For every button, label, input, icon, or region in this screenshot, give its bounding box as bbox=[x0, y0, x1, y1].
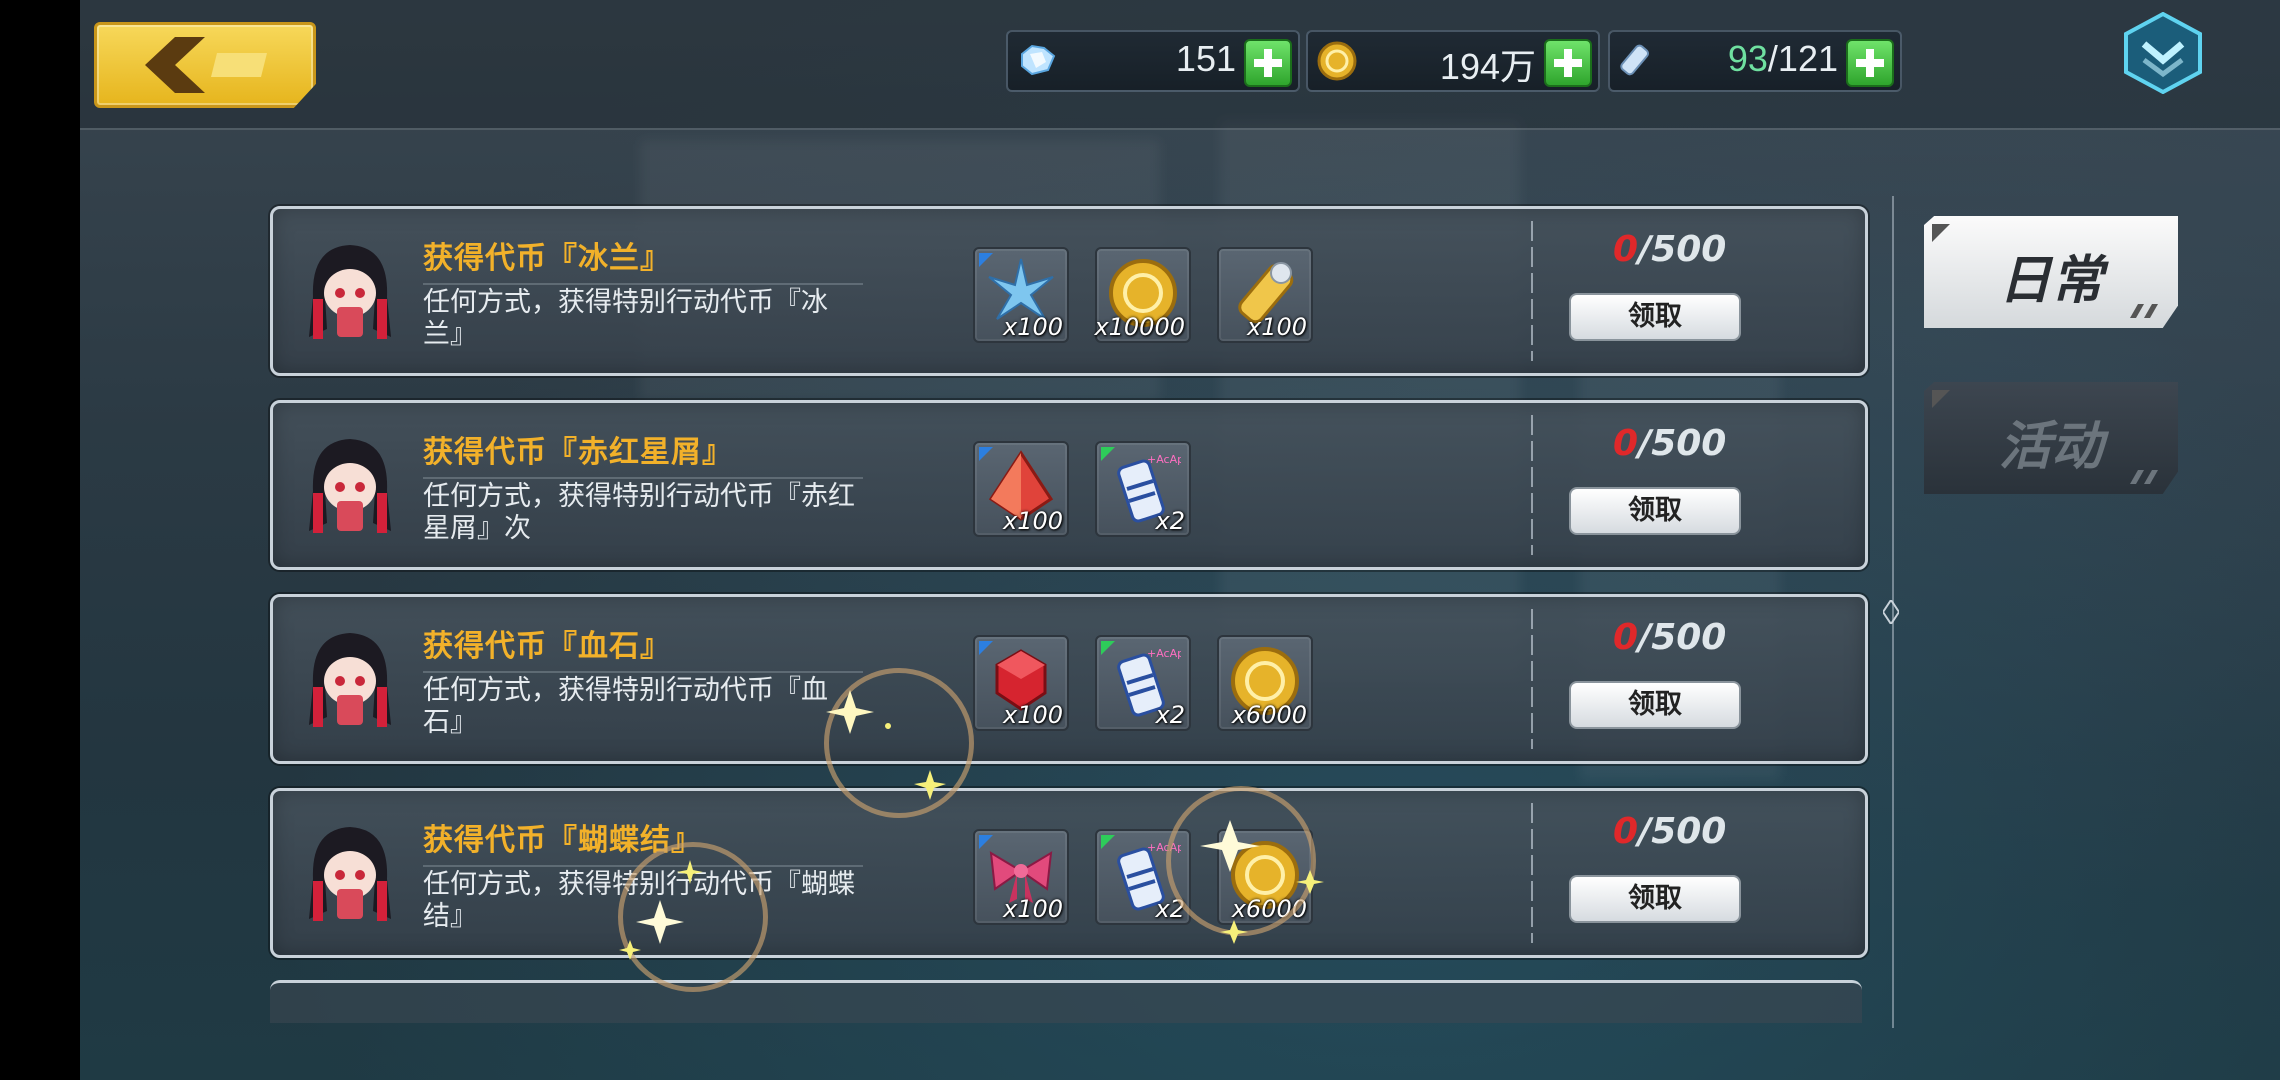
task-description: 任何方式，获得特别行动代币『冰兰』 bbox=[423, 287, 828, 350]
add-stamina-button[interactable] bbox=[1846, 39, 1894, 87]
tab-daily[interactable]: 日常 bbox=[1924, 216, 2178, 328]
tab-marks-icon bbox=[2130, 470, 2158, 484]
chibi-avatar-icon bbox=[309, 633, 391, 727]
tab-marks-icon bbox=[2130, 304, 2158, 318]
crystal-counter: 151 bbox=[1006, 30, 1300, 92]
reward-slot[interactable]: x100 bbox=[973, 829, 1069, 925]
task-title: 获得代币『赤红星屑』 bbox=[423, 435, 733, 470]
reward-quantity: x100 bbox=[1246, 313, 1307, 341]
reward-slot[interactable]: x6000 bbox=[1217, 635, 1313, 731]
crystal-amount: 151 bbox=[1175, 38, 1236, 79]
coin-amount: 194万 bbox=[1439, 46, 1536, 87]
game-screen: 151 194万 93/121 获得代币『冰兰』 任何方式，获得特别行动代币『冰… bbox=[80, 0, 2280, 1080]
reward-slot[interactable]: +AcAp x2 bbox=[1095, 635, 1191, 731]
back-arrow-icon bbox=[145, 37, 267, 93]
task-progress: 0/500 bbox=[1613, 423, 1726, 464]
gold-coin-icon bbox=[1317, 41, 1357, 81]
sparkle-ring bbox=[618, 842, 768, 992]
reward-slot[interactable]: x100 bbox=[973, 441, 1069, 537]
tab-event[interactable]: 活动 bbox=[1924, 382, 2178, 494]
chibi-avatar-icon bbox=[309, 827, 391, 921]
task-title: 获得代币『血石』 bbox=[423, 629, 671, 664]
reward-quantity: x100 bbox=[1002, 895, 1063, 923]
progress-total: /500 bbox=[1638, 423, 1727, 464]
task-progress: 0/500 bbox=[1613, 617, 1726, 658]
coin-counter: 194万 bbox=[1306, 30, 1600, 92]
reward-quantity: x100 bbox=[1002, 313, 1063, 341]
reward-quantity: x100 bbox=[1002, 507, 1063, 535]
progress-current: 0 bbox=[1613, 229, 1639, 270]
claim-button[interactable]: 领取 bbox=[1569, 487, 1741, 535]
progress-total: /500 bbox=[1638, 811, 1727, 852]
task-progress: 0/500 bbox=[1613, 811, 1726, 852]
task-description: 任何方式，获得特别行动代币『血石』 bbox=[423, 675, 828, 738]
stamina-max: /121 bbox=[1767, 38, 1838, 79]
svg-text:+AcAp: +AcAp bbox=[1147, 453, 1181, 466]
svg-text:+AcAp: +AcAp bbox=[1147, 647, 1181, 660]
stamina-amount: 93/121 bbox=[1728, 38, 1838, 80]
progress-current: 0 bbox=[1613, 423, 1639, 464]
reward-quantity: x2 bbox=[1155, 701, 1185, 729]
task-title: 获得代币『冰兰』 bbox=[423, 241, 671, 276]
divider bbox=[423, 283, 863, 285]
chibi-avatar-icon bbox=[309, 439, 391, 533]
progress-current: 0 bbox=[1613, 617, 1639, 658]
scroll-handle-icon[interactable] bbox=[1883, 600, 1899, 624]
task-row: 获得代币『赤红星屑』 任何方式，获得特别行动代币『赤红星屑』次 x100 +Ac… bbox=[270, 400, 1868, 570]
progress-total: /500 bbox=[1638, 229, 1727, 270]
sparkle-ring bbox=[824, 668, 974, 818]
stamina-counter: 93/121 bbox=[1608, 30, 1902, 92]
reward-slot[interactable]: x100 bbox=[973, 635, 1069, 731]
add-crystal-button[interactable] bbox=[1244, 39, 1292, 87]
task-progress: 0/500 bbox=[1613, 229, 1726, 270]
chibi-avatar-icon bbox=[309, 245, 391, 339]
reward-slot[interactable]: x100 bbox=[973, 247, 1069, 343]
divider bbox=[1531, 221, 1533, 361]
task-description: 任何方式，获得特别行动代币『赤红星屑』次 bbox=[423, 481, 855, 544]
crystal-icon bbox=[1021, 44, 1056, 76]
divider bbox=[423, 477, 863, 479]
task-row: 获得代币『冰兰』 任何方式，获得特别行动代币『冰兰』 x100 x10000 x… bbox=[270, 206, 1868, 376]
reward-slot[interactable]: x10000 bbox=[1094, 247, 1191, 343]
stamina-current: 93 bbox=[1727, 38, 1768, 79]
sparkle-ring bbox=[1166, 786, 1316, 936]
progress-current: 0 bbox=[1613, 811, 1639, 852]
claim-button[interactable]: 领取 bbox=[1569, 875, 1741, 923]
task-row: 获得代币『蝴蝶结』 任何方式，获得特别行动代币『蝴蝶结』 x100 +AcAp … bbox=[270, 788, 1868, 958]
divider bbox=[1531, 803, 1533, 943]
task-row-partial bbox=[270, 980, 1862, 1023]
menu-chevron-icon[interactable] bbox=[2122, 12, 2204, 94]
reward-quantity: x6000 bbox=[1231, 701, 1307, 729]
divider bbox=[423, 671, 863, 673]
top-bar: 151 194万 93/121 bbox=[80, 0, 2280, 130]
reward-slot[interactable]: +AcAp x2 bbox=[1095, 441, 1191, 537]
task-row: 获得代币『血石』 任何方式，获得特别行动代币『血石』 x100 +AcAp x2 bbox=[270, 594, 1868, 764]
add-coin-button[interactable] bbox=[1544, 39, 1592, 87]
progress-total: /500 bbox=[1638, 617, 1727, 658]
divider bbox=[1531, 609, 1533, 749]
divider bbox=[1531, 415, 1533, 555]
reward-quantity: x2 bbox=[1155, 507, 1185, 535]
claim-button[interactable]: 领取 bbox=[1569, 681, 1741, 729]
tab-label: 日常 bbox=[1998, 252, 2103, 310]
claim-button[interactable]: 领取 bbox=[1569, 293, 1741, 341]
reward-quantity: x10000 bbox=[1094, 313, 1185, 341]
tab-label: 活动 bbox=[1998, 418, 2103, 476]
reward-slot[interactable]: x100 bbox=[1217, 247, 1313, 343]
back-button[interactable] bbox=[94, 22, 316, 108]
stamina-icon bbox=[1620, 44, 1650, 76]
reward-quantity: x100 bbox=[1002, 701, 1063, 729]
